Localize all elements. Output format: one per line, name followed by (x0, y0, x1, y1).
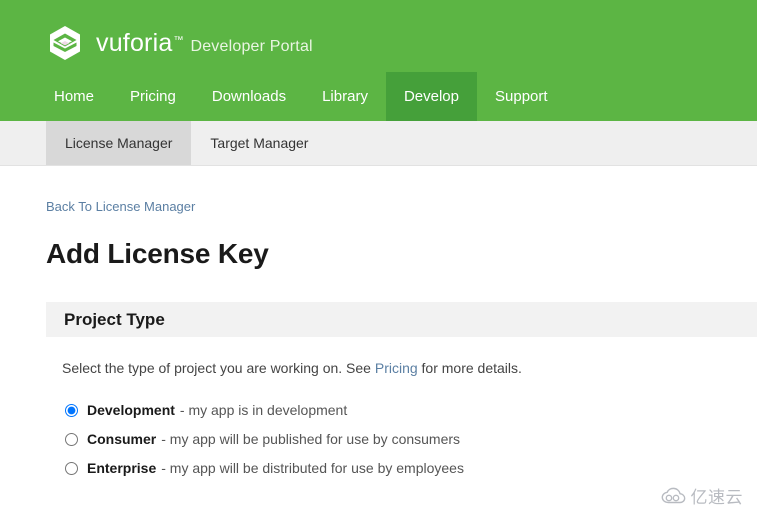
tab-target-manager[interactable]: Target Manager (191, 121, 327, 165)
radio-development[interactable] (65, 403, 78, 417)
project-type-instructions: Select the type of project you are worki… (62, 359, 757, 379)
option-enterprise[interactable]: Enterprise - my app will be distributed … (62, 454, 757, 483)
main-navigation: Home Pricing Downloads Library Develop S… (0, 72, 757, 121)
nav-item-home[interactable]: Home (36, 72, 112, 121)
option-development-description: - my app is in development (179, 402, 348, 419)
brand-wordmark: vuforia ™ Developer Portal (96, 29, 313, 58)
option-development-label: Development (87, 402, 175, 419)
instructions-text-before: Select the type of project you are worki… (62, 360, 371, 376)
nav-item-downloads[interactable]: Downloads (194, 72, 304, 121)
brand-name: vuforia (96, 28, 173, 57)
option-consumer-label: Consumer (87, 431, 157, 448)
nav-item-develop[interactable]: Develop (385, 72, 477, 121)
vuforia-logo-icon (46, 24, 84, 62)
sub-navigation: License Manager Target Manager (0, 121, 757, 166)
option-consumer[interactable]: Consumer - my app will be published for … (62, 425, 757, 454)
cloud-icon (661, 487, 687, 505)
page-title: Add License Key (46, 238, 269, 269)
brand-subtitle: Developer Portal (190, 37, 313, 55)
project-type-card-body: Select the type of project you are worki… (46, 337, 757, 483)
watermark-text: 亿速云 (690, 488, 743, 508)
option-development[interactable]: Development - my app is in development (62, 396, 757, 425)
pricing-link[interactable]: Pricing (375, 360, 418, 376)
instructions-text-after: for more details. (421, 360, 522, 376)
watermark: 亿速云 (661, 483, 744, 508)
tab-license-manager[interactable]: License Manager (46, 121, 192, 165)
option-enterprise-description: - my app will be distributed for use by … (161, 460, 464, 477)
site-masthead: vuforia ™ Developer Portal Home Pricing … (0, 0, 757, 121)
radio-consumer[interactable] (65, 432, 78, 446)
page-content: Back To License Manager Add License Key … (0, 166, 757, 483)
nav-item-pricing[interactable]: Pricing (112, 72, 194, 121)
brand-header: vuforia ™ Developer Portal (0, 0, 757, 72)
nav-item-support[interactable]: Support (477, 72, 566, 121)
option-enterprise-label: Enterprise (87, 460, 157, 477)
project-type-option-list: Development - my app is in development C… (62, 396, 757, 483)
project-type-card-header: Project Type (46, 302, 757, 337)
nav-item-library[interactable]: Library (304, 72, 386, 121)
radio-enterprise[interactable] (65, 461, 78, 475)
breadcrumb: Back To License Manager (0, 166, 757, 216)
back-to-license-manager-link[interactable]: Back To License Manager (46, 199, 195, 214)
project-type-heading: Project Type (64, 309, 165, 329)
option-consumer-description: - my app will be published for use by co… (161, 431, 461, 448)
brand-trademark-icon: ™ (173, 34, 184, 46)
project-type-card: Project Type Select the type of project … (46, 302, 757, 483)
